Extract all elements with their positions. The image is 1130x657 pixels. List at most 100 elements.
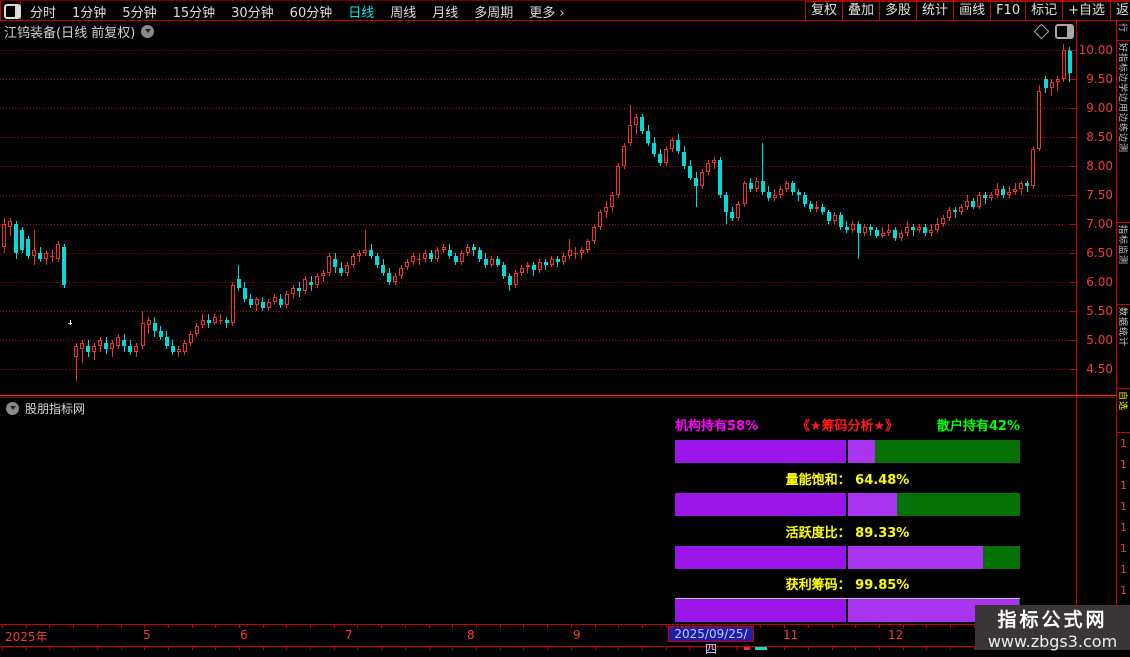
chip-metric-label: 活跃度比： 89.33% [785,526,910,541]
period-menu-item[interactable]: 15分钟 [173,2,216,21]
candle [327,255,332,274]
period-menu-item[interactable]: 1分钟 [72,2,106,21]
x-axis-tick [97,625,98,628]
candle [128,345,133,352]
candle [1061,50,1066,79]
candle [236,279,241,288]
period-menu-item[interactable]: 更多 › [529,2,564,21]
candle [339,267,344,274]
x-axis-tick [452,625,453,628]
bar-purple-segment [675,546,847,569]
layout-toggle-button[interactable] [0,1,21,21]
candle [122,340,127,346]
toolbar-button-+自选[interactable]: +自选 [1062,1,1112,21]
candle [573,253,578,254]
candlestick-chart[interactable] [0,40,1076,396]
candle-wick [1026,180,1028,193]
strip-tab[interactable]: 自选 [1117,389,1130,433]
price-label: 10.00 [1078,43,1113,57]
watermark-url: www.zbgs3.com [987,631,1118,651]
strip-tab[interactable]: 好指标边学边用边练边测 [1117,41,1130,223]
candle [260,302,265,309]
candle [760,180,765,193]
candle [893,229,897,239]
candle [116,337,121,346]
candle [230,284,235,323]
candle [134,345,139,352]
candle [411,255,416,262]
period-menu-item[interactable]: 多周期 [474,2,513,21]
x-axis-tick [523,646,524,650]
candle [146,319,151,326]
candle [495,258,500,265]
candle-wick [581,247,583,259]
chip-bar [675,493,1020,516]
panel-layout-icon[interactable] [1055,24,1074,39]
candle [670,139,675,149]
strip-tab[interactable]: 指标监测 [1117,223,1130,305]
candle [74,345,79,358]
candle [242,287,247,300]
candle-wick [912,224,914,236]
gridline [0,340,1076,341]
bar-midline [846,493,849,516]
candle [754,180,759,190]
gridline [0,282,1076,283]
candle [646,131,651,143]
panel-divider[interactable] [0,395,1116,396]
toolbar-button-叠加[interactable]: 叠加 [842,1,881,21]
candle-wick [984,192,986,204]
x-axis-tick [642,625,643,628]
x-axis-tick [618,646,619,650]
x-axis-label: 9 [573,628,581,642]
x-axis-tick [381,646,382,650]
x-axis-tick [168,646,169,650]
right-tab-strip: 行情好指标边学边用边练边测指标监测数据统计自选 11111111 [1117,21,1130,650]
toolbar-button-画线[interactable]: 画线 [953,1,992,21]
page-title: 江钨装备(日线 前复权) [4,25,136,41]
diamond-icon[interactable] [1033,23,1050,40]
toolbar-button-F10[interactable]: F10 [990,1,1027,21]
price-label: 4.50 [1086,362,1113,376]
candle [525,264,530,268]
period-menu-item[interactable]: 分时 [30,2,56,21]
x-axis-tick [571,646,572,650]
period-menu-item[interactable]: 月线 [432,2,458,21]
period-menu-item[interactable]: 60分钟 [290,2,333,21]
candle [381,264,386,274]
candle [68,322,73,324]
x-axis-tick [381,625,382,628]
candle [700,171,705,187]
x-axis-tick [500,625,501,628]
toolbar-button-标记[interactable]: 标记 [1025,1,1064,21]
toolbar-button-多股[interactable]: 多股 [879,1,918,21]
candle [995,189,1000,195]
candle-wick [178,345,180,358]
candle [706,163,711,172]
x-axis-tick [286,625,287,628]
candle [555,258,560,262]
candle [989,195,994,198]
title-row: 江钨装备(日线 前复权) [4,23,155,41]
x-axis-tick [547,625,548,628]
period-menu-item[interactable]: 5分钟 [122,2,156,21]
period-menu-item[interactable]: 周线 [390,2,416,21]
toolbar-button-统计[interactable]: 统计 [916,1,955,21]
candle [435,250,440,259]
candle [62,247,67,285]
price-tick [1070,282,1076,283]
chip-header-row: 机构持有58% 《★筹码分析★》 散户持有42% [675,415,1020,434]
chevron-down-icon[interactable] [141,24,155,38]
toolbar-button-返回[interactable]: 返回 [1110,1,1130,21]
strip-tab[interactable]: 数据统计 [1117,305,1130,389]
toolbar-button-复权[interactable]: 复权 [805,1,844,21]
x-axis-tick [192,625,193,628]
period-menu-item[interactable]: 日线 [348,2,374,21]
candle [971,200,976,207]
period-menu-item[interactable]: 30分钟 [231,2,274,21]
price-label: 7.50 [1086,188,1113,202]
candle [802,195,807,204]
x-axis-tick [737,646,738,650]
candle [736,203,741,219]
strip-tab[interactable]: 行情 [1117,21,1130,41]
